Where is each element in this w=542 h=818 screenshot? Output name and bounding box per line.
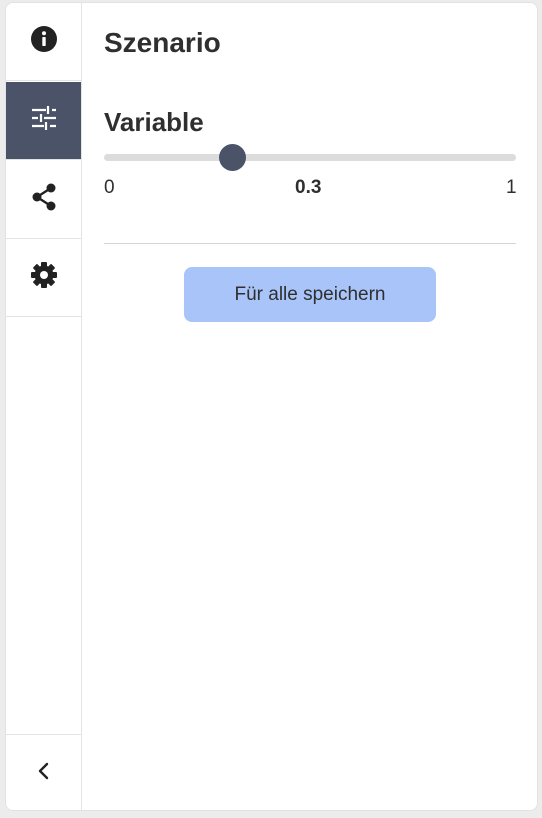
- slider-max-label: 1: [506, 177, 517, 198]
- gear-icon: [30, 261, 58, 294]
- save-for-all-button[interactable]: Für alle speichern: [184, 267, 436, 322]
- divider: [104, 243, 516, 244]
- sidebar-item-settings[interactable]: [6, 239, 81, 317]
- slider-value-label: 0.3: [295, 177, 322, 198]
- info-icon: [30, 26, 57, 57]
- sidebar-item-scenario[interactable]: [6, 82, 81, 160]
- variable-slider-thumb[interactable]: [219, 144, 246, 171]
- collapse-sidebar-button[interactable]: [6, 734, 81, 810]
- scenario-panel: Szenario Variable 0 0.3 1 Für alle speic…: [5, 2, 538, 811]
- sidebar-item-info[interactable]: [6, 3, 81, 81]
- sidebar-item-share[interactable]: [6, 161, 81, 239]
- slider-min-label: 0: [104, 177, 115, 198]
- sliders-icon: [31, 106, 57, 135]
- variable-label: Variable: [104, 107, 204, 137]
- share-icon: [31, 183, 57, 216]
- variable-slider-track[interactable]: [104, 154, 516, 161]
- chevron-left-icon: [37, 762, 51, 785]
- page-title: Szenario: [104, 27, 221, 58]
- sidebar: [6, 3, 82, 810]
